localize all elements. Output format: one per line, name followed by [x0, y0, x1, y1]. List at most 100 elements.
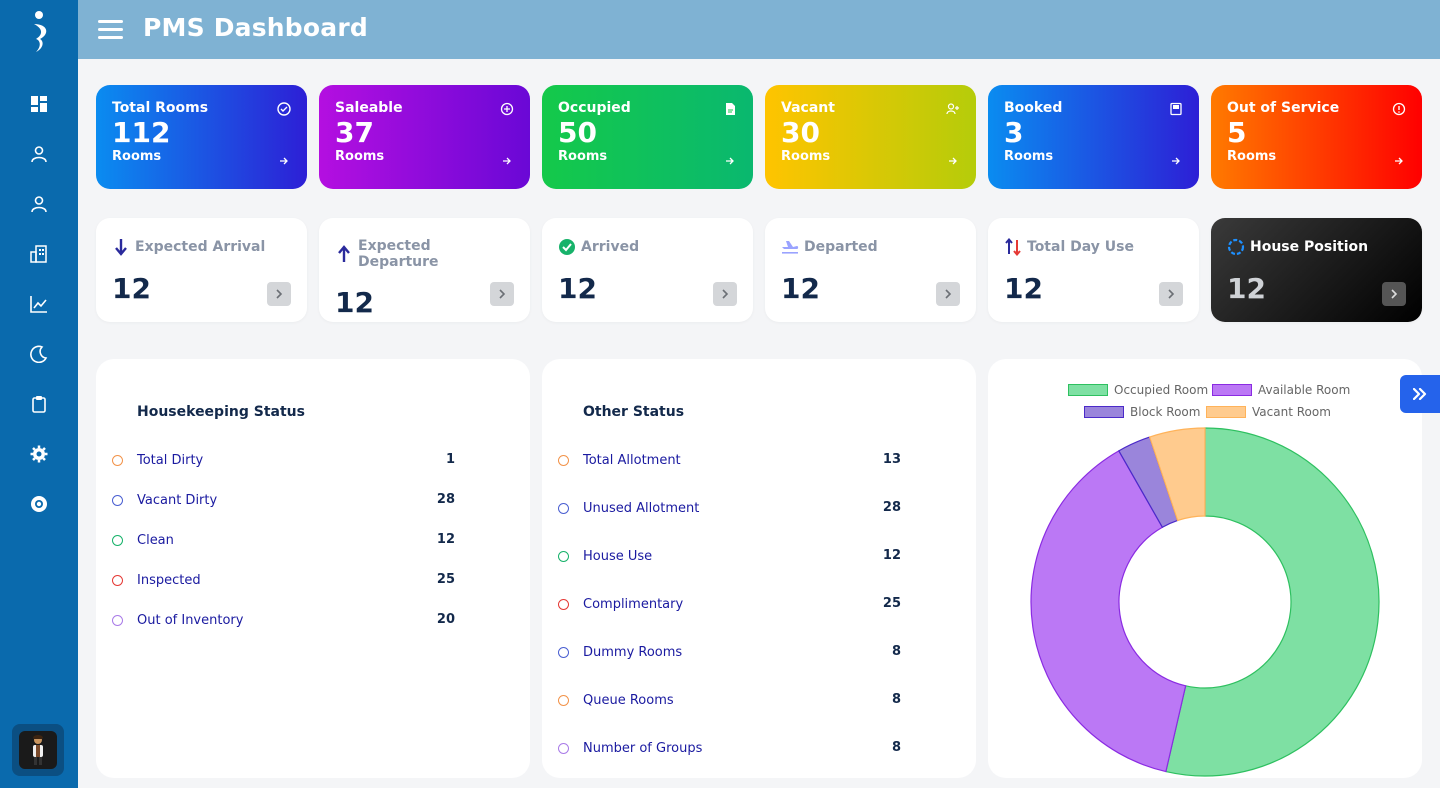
- stat-card-arrived[interactable]: Arrived 12: [542, 218, 753, 322]
- stat-card-expected-arrival[interactable]: Expected Arrival 12: [96, 218, 307, 322]
- stat-card-value: 12: [1227, 272, 1266, 305]
- status-label: Inspected: [137, 572, 201, 588]
- status-value: 28: [882, 500, 901, 515]
- room-card-title: Saleable: [335, 100, 403, 116]
- chevron-right-icon[interactable]: [267, 282, 291, 306]
- status-label: House Use: [583, 548, 653, 564]
- user-icon[interactable]: [27, 142, 51, 166]
- stat-card-departed[interactable]: Departed 12: [765, 218, 976, 322]
- room-card-value: 3: [1004, 116, 1024, 149]
- room-status-donut-chart: [1030, 427, 1380, 777]
- stat-card-value: 12: [781, 272, 820, 305]
- arrow-right-icon[interactable]: [1171, 156, 1181, 169]
- room-card-unit: Rooms: [558, 149, 608, 164]
- page-title: PMS Dashboard: [143, 13, 368, 42]
- arrow-right-icon[interactable]: [502, 156, 512, 169]
- status-value: 25: [436, 572, 455, 587]
- plus-circle-icon: [500, 101, 514, 116]
- check-circle-icon: [277, 101, 291, 116]
- arrow-right-icon[interactable]: [1394, 156, 1404, 169]
- status-label: Clean: [137, 532, 174, 548]
- stat-card-header: Departed: [781, 238, 960, 256]
- room-card-total-rooms[interactable]: Total Rooms 112 Rooms: [96, 85, 307, 189]
- status-value: 8: [891, 740, 901, 755]
- stat-card-value: 12: [1004, 272, 1043, 305]
- chevron-right-icon[interactable]: [936, 282, 960, 306]
- stat-card-value: 12: [335, 286, 374, 319]
- status-dot-icon: [558, 502, 569, 514]
- status-dot-icon: [112, 614, 123, 626]
- room-card-out-of-service[interactable]: Out of Service 5 Rooms: [1211, 85, 1422, 189]
- stat-card-header: House Position: [1227, 238, 1406, 256]
- building-icon[interactable]: [27, 242, 51, 266]
- chevron-right-icon[interactable]: [1159, 282, 1183, 306]
- room-card-saleable[interactable]: Saleable 37 Rooms: [319, 85, 530, 189]
- stat-card-header: Arrived: [558, 238, 737, 256]
- room-card-title: Occupied: [558, 100, 631, 116]
- stat-card-title: Expected Arrival: [135, 239, 266, 255]
- status-label: Number of Groups: [583, 740, 703, 756]
- room-card-unit: Rooms: [112, 149, 162, 164]
- stat-card-title: Expected Departure: [358, 238, 439, 270]
- avatar[interactable]: [12, 724, 64, 776]
- status-value: 12: [436, 532, 455, 547]
- sidebar: [0, 0, 78, 788]
- support-icon[interactable]: [27, 492, 51, 516]
- arrow-down-icon: [112, 238, 130, 256]
- chevron-right-icon[interactable]: [1382, 282, 1406, 306]
- expand-panel-button[interactable]: [1400, 375, 1440, 413]
- stat-card-house-position[interactable]: House Position 12: [1211, 218, 1422, 322]
- stat-card-title: House Position: [1250, 239, 1369, 255]
- room-card-value: 5: [1227, 116, 1247, 149]
- menu-toggle-icon[interactable]: [98, 20, 123, 39]
- room-card-booked[interactable]: Booked 3 Rooms: [988, 85, 1199, 189]
- status-dot-icon: [558, 598, 569, 610]
- arrow-right-icon[interactable]: [725, 156, 735, 169]
- status-row: Complimentary: [558, 594, 683, 614]
- stat-card-total-day-use[interactable]: Total Day Use 12: [988, 218, 1199, 322]
- room-card-vacant[interactable]: Vacant 30 Rooms: [765, 85, 976, 189]
- status-row: Out of Inventory: [112, 610, 243, 630]
- status-value: 12: [882, 548, 901, 563]
- stat-card-value: 12: [558, 272, 597, 305]
- status-row: Total Dirty: [112, 450, 203, 470]
- status-row: Vacant Dirty: [112, 490, 217, 510]
- chevron-right-icon[interactable]: [713, 282, 737, 306]
- room-card-value: 37: [335, 116, 374, 149]
- arrow-right-icon[interactable]: [279, 156, 289, 169]
- room-card-title: Booked: [1004, 100, 1063, 116]
- status-row: Dummy Rooms: [558, 642, 682, 662]
- chart-icon[interactable]: [27, 292, 51, 316]
- status-row: Queue Rooms: [558, 690, 674, 710]
- double-chevron-right-icon: [1413, 388, 1427, 400]
- housekeeping-status-panel: Housekeeping Status Total Dirty 1 Vacant D…: [96, 359, 530, 778]
- stat-card-value: 12: [112, 272, 151, 305]
- status-value: 28: [436, 492, 455, 507]
- stat-card-header: Total Day Use: [1004, 238, 1183, 256]
- status-dot-icon: [112, 494, 123, 506]
- room-status-chart-panel: Occupied Room Available Room Block Room Vac…: [988, 359, 1422, 778]
- room-card-value: 50: [558, 116, 597, 149]
- status-label: Total Allotment: [583, 452, 681, 468]
- dashboard-icon[interactable]: [27, 92, 51, 116]
- status-label: Dummy Rooms: [583, 644, 683, 660]
- spinner-icon: [1227, 238, 1245, 256]
- clipboard-icon[interactable]: [27, 392, 51, 416]
- arrow-right-icon[interactable]: [948, 156, 958, 169]
- status-row: Clean: [112, 530, 174, 550]
- gear-icon[interactable]: [27, 442, 51, 466]
- status-dot-icon: [558, 550, 569, 562]
- plane-icon: [781, 238, 799, 256]
- chevron-right-icon[interactable]: [490, 282, 514, 306]
- status-dot-icon: [558, 454, 569, 466]
- moon-icon[interactable]: [27, 342, 51, 366]
- stat-card-expected-departure[interactable]: Expected Departure 12: [319, 218, 530, 322]
- status-dot-icon: [112, 454, 123, 466]
- room-card-occupied[interactable]: Occupied 50 Rooms: [542, 85, 753, 189]
- stat-card-title: Departed: [804, 239, 878, 255]
- top-header: PMS Dashboard: [78, 0, 1440, 59]
- logo-icon: [34, 11, 47, 52]
- status-value: 20: [436, 612, 455, 627]
- status-row: Total Allotment: [558, 450, 681, 470]
- guest-icon[interactable]: [27, 192, 51, 216]
